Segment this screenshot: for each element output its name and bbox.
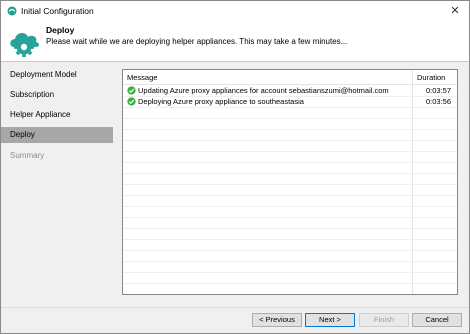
sidebar-item-helper-appliance[interactable]: Helper Appliance (1, 107, 113, 123)
check-circle-icon (127, 97, 136, 106)
next-button[interactable]: Next > (305, 313, 355, 327)
page-title: Deploy (46, 25, 75, 35)
row-gridline (123, 217, 457, 218)
close-button[interactable]: ✕ (441, 1, 469, 21)
row-gridline (123, 162, 457, 163)
sidebar-item-subscription[interactable]: Subscription (1, 87, 113, 103)
wizard-steps-sidebar: Deployment Model Subscription Helper App… (1, 62, 119, 307)
row-gridline (123, 239, 457, 240)
cancel-button[interactable]: Cancel (412, 313, 462, 327)
sidebar-item-deploy[interactable]: Deploy (1, 127, 113, 143)
row-gridline (123, 107, 457, 108)
row-duration: 0:03:57 (426, 86, 452, 95)
row-gridline (123, 206, 457, 207)
row-gridline (123, 228, 457, 229)
wizard-footer: < Previous Next > Finish Cancel (1, 308, 469, 333)
column-header-duration[interactable]: Duration (417, 73, 445, 82)
app-logo-icon (7, 6, 17, 16)
row-gridline (123, 129, 457, 130)
deployment-log-grid[interactable]: Message Duration Updating Azure proxy ap… (122, 69, 458, 295)
cloud-gear-icon (10, 33, 39, 57)
row-gridline (123, 261, 457, 262)
window-title: Initial Configuration (21, 6, 94, 16)
row-gridline (123, 195, 457, 196)
row-gridline (123, 96, 457, 97)
row-message: Deploying Azure proxy appliance to south… (138, 97, 304, 106)
table-row[interactable]: Deploying Azure proxy appliance to south… (123, 96, 457, 107)
page-subtitle: Please wait while we are deploying helpe… (46, 37, 348, 46)
previous-button[interactable]: < Previous (252, 313, 302, 327)
finish-button: Finish (359, 313, 409, 327)
row-gridline (123, 151, 457, 152)
sidebar-item-summary: Summary (10, 151, 45, 160)
row-gridline (123, 250, 457, 251)
grid-header: Message Duration (123, 70, 457, 85)
table-row[interactable]: Updating Azure proxy appliances for acco… (123, 85, 457, 96)
row-message: Updating Azure proxy appliances for acco… (138, 86, 389, 95)
check-circle-icon (127, 86, 136, 95)
wizard-header: Deploy Please wait while we are deployin… (1, 21, 469, 61)
row-gridline (123, 283, 457, 284)
row-gridline (123, 140, 457, 141)
row-gridline (123, 173, 457, 174)
row-gridline (123, 118, 457, 119)
title-bar: Initial Configuration ✕ (1, 1, 469, 21)
content-area: Message Duration Updating Azure proxy ap… (119, 62, 469, 307)
initial-configuration-window: Initial Configuration ✕ Deploy Please wa… (0, 0, 470, 334)
row-gridline (123, 184, 457, 185)
sidebar-item-deployment-model[interactable]: Deployment Model (1, 67, 113, 83)
column-header-message[interactable]: Message (127, 73, 157, 82)
row-gridline (123, 272, 457, 273)
row-duration: 0:03:56 (426, 97, 452, 106)
